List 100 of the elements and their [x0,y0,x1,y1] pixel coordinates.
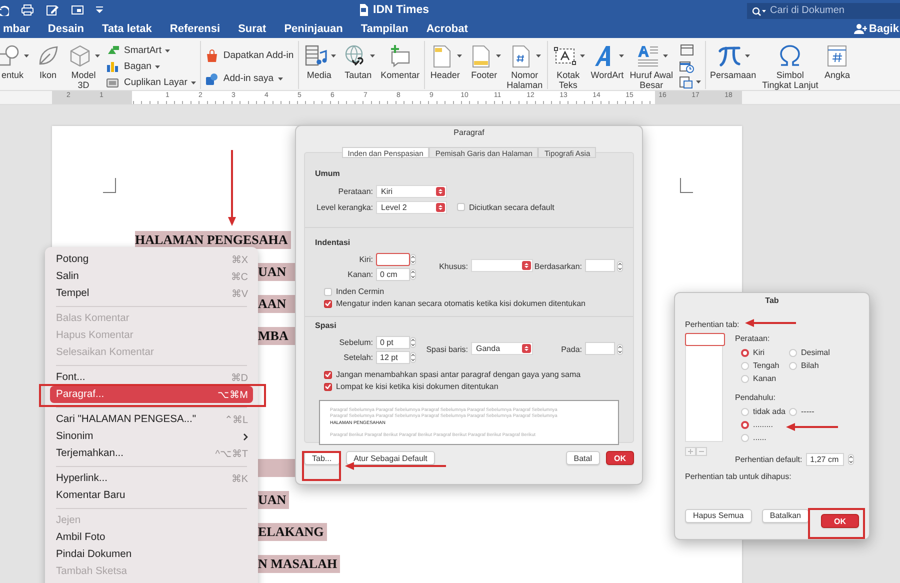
menu-item[interactable]: Hyperlink... ⌘K [45,470,258,487]
radio-button[interactable]: ......... [741,420,789,429]
dialog-button[interactable]: OK [821,514,859,528]
stepper-icon [410,269,416,280]
ribbon-button[interactable]: SmartArt [104,44,198,57]
share-button[interactable]: Bagik [854,22,899,34]
check-icon [325,384,331,389]
present-icon [71,4,84,16]
radio-button[interactable]: Kanan [741,374,789,383]
ribbon-button[interactable]: Add-in saya [203,72,296,85]
ribbon-button[interactable]: Simbol Tingkat Lanjut [760,43,820,90]
stepper-icon [410,337,416,348]
menu-item[interactable]: Komentar Baru [45,487,258,504]
input-field[interactable]: 0 pt [376,336,410,349]
keyboard-shortcut: ⌘C [230,270,248,282]
menu-item[interactable]: Terjemahkan... ^⌥⌘T [45,445,258,462]
input-field[interactable]: 1,27 cm [806,453,844,466]
ribbon-tab[interactable]: Peninjauan [275,22,352,34]
menu-item[interactable]: Sinonim [45,428,258,445]
menu-item[interactable]: Ambil Foto [45,529,258,546]
frame-icon [679,43,694,57]
dialog-button[interactable]: Hapus Semua [685,508,752,522]
ribbon-tab[interactable]: Tata letak [92,22,161,34]
stepper-icon [617,344,623,355]
dialog-button[interactable]: OK [606,451,634,465]
select-arrows-icon [522,261,531,270]
menu-item[interactable]: Pindai Dokumen [45,546,258,563]
select-arrows-icon [522,344,531,353]
ribbon-button[interactable]: Nomor Halaman [504,43,545,90]
field-label: Perataan: [337,186,374,196]
check-icon [325,372,331,377]
ribbon-button[interactable]: Komentar [378,43,422,80]
checkbox[interactable]: Mengatur inden kanan secara otomatis ketika kisi dokumen ditentukan [324,299,623,308]
calendar-clock-icon [679,59,694,73]
ribbon-button[interactable]: Angka [822,43,852,80]
menu-item[interactable]: Salin ⌘C [45,268,258,285]
menu-item[interactable]: Font... ⌘D [45,369,258,386]
heading-text: HALAMAN PENGESAHA [135,231,291,249]
ribbon-button[interactable]: Ikon [33,43,63,80]
ribbon-tab[interactable]: Surat [229,22,276,34]
dialog-button[interactable]: Atur Sebagai Default [346,451,436,465]
checkbox[interactable]: Diciutkan secara default [457,202,554,212]
ribbon-button[interactable]: Footer [466,43,503,80]
ribbon-button[interactable]: Huruf Awal Besar [628,43,676,90]
print-icon [21,4,34,16]
keyboard-shortcut: ⌥⌘M [218,388,248,400]
ribbon-button[interactable]: Kotak Teks [550,43,587,90]
menu-item[interactable]: Cari "HALAMAN PENGESA..." ⌃⌘L [45,411,258,428]
ribbon-button[interactable]: Model 3D [65,43,102,90]
ribbon-button[interactable]: Tautan [340,43,377,80]
ribbon-tab[interactable]: Referensi [160,22,230,34]
keyboard-shortcut: ⌘D [230,372,248,384]
dialog-title: Paragraf [452,127,486,139]
checkbox[interactable]: Lompat ke kisi ketika kisi dokumen ditentukan [324,382,623,391]
dropdown-field[interactable]: Level 2 [376,200,447,214]
radio-button[interactable]: ...... [741,433,789,442]
ribbon-tab[interactable]: mbar [0,22,39,34]
annotation-arrow [786,423,838,431]
field-label: Perataan: [735,334,771,343]
radio-button[interactable]: Desimal [789,348,854,357]
input-field[interactable]: 12 pt [376,351,410,364]
dialog-button[interactable]: Batalkan [762,508,809,522]
radio-button[interactable]: Kiri [741,348,789,357]
check-icon [325,301,331,306]
input-field[interactable]: 0 cm [376,268,410,281]
ribbon-tab[interactable]: Acrobat [417,22,477,34]
checkbox[interactable]: Jangan menambahkan spasi antar paragraf dengan gaya yang sama [324,370,623,379]
dropdown-field[interactable]: Ganda [471,342,533,355]
input-field[interactable] [685,333,725,346]
radio-button[interactable]: tidak ada [741,407,789,416]
ribbon-button[interactable]: Persamaan [708,43,758,80]
object-button[interactable] [677,75,704,89]
menu-item[interactable]: Tempel ⌘V [45,285,258,302]
ribbon-tab[interactable]: Tampilan [352,22,418,34]
ribbon-button[interactable]: entuk [0,43,31,80]
heading-text: UAN [258,491,290,509]
dropdown-field[interactable]: Kiri [376,184,447,198]
checkbox[interactable]: Inden Cermin [324,287,623,296]
dropdown-field[interactable] [471,259,533,272]
plus-icon [688,449,693,454]
ribbon-button[interactable]: Bagan [104,60,198,73]
ribbon-tab[interactable]: Desain [38,22,93,34]
keyboard-shortcut: ⌘V [231,288,248,300]
heading-text: N MASALAH [258,555,340,573]
dialog-button[interactable]: Batal [566,451,600,465]
field-label: Kanan: [346,270,374,279]
ribbon-button[interactable]: Dapatkan Add-in [203,49,296,62]
radio-button[interactable]: Tengah [741,361,789,370]
menu-item[interactable]: Potong ⌘X [45,251,258,268]
keyboard-shortcut: ⌃⌘L [224,414,248,426]
input-field[interactable] [376,253,410,266]
heading-text: ELAKANG [258,523,327,541]
menu-item[interactable]: Paragraf... ⌥⌘M [50,386,253,403]
ribbon-button[interactable]: WordArt [588,43,626,80]
radio-button[interactable]: ----- [789,407,854,416]
search-field[interactable]: Cari di Dokumen [747,2,900,18]
ribbon-button[interactable]: Media [300,43,338,80]
radio-button[interactable]: Bilah [789,361,854,370]
ribbon-button[interactable]: Cuplikan Layar [104,76,198,89]
ribbon-button[interactable]: Header [426,43,464,80]
